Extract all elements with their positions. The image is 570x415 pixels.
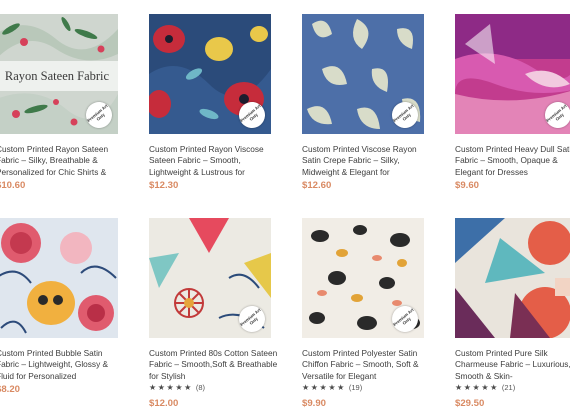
review-count: (8) bbox=[195, 383, 206, 392]
rating-stars: ★★★★★ (21) bbox=[455, 383, 515, 392]
retro-floral-fabric-image[interactable]: Premium Art Only bbox=[149, 218, 271, 338]
leopard-fabric-image[interactable]: Premium Art Only bbox=[302, 218, 424, 338]
poppy-fabric-image[interactable]: Premium Art Only bbox=[149, 14, 271, 134]
star-icons: ★★★★★ bbox=[149, 383, 193, 392]
floral-fabric-image[interactable]: Rayon Sateen Fabric Premium Art Only bbox=[0, 14, 118, 134]
damask-fabric-image[interactable]: Premium Art Only bbox=[302, 14, 424, 134]
product-price: $9.60 bbox=[455, 180, 480, 191]
product-price: $8.20 bbox=[0, 384, 21, 395]
product-price: $12.60 bbox=[302, 180, 332, 191]
fabric-name-overlay: Rayon Sateen Fabric bbox=[0, 61, 118, 91]
star-icons: ★★★★★ bbox=[455, 383, 499, 392]
product-price: $29.50 bbox=[455, 398, 485, 409]
product-price: $9.90 bbox=[302, 398, 327, 409]
product-title[interactable]: Custom Printed Heavy Dull Satin Fabric –… bbox=[455, 144, 570, 178]
product-price: $10.60 bbox=[0, 180, 26, 191]
geometric-fabric-image[interactable] bbox=[455, 218, 570, 338]
watercolor-fabric-image[interactable]: Premium Art Only bbox=[455, 14, 570, 134]
rating-stars: ★★★★★ (8) bbox=[149, 383, 205, 392]
star-icons: ★★★★★ bbox=[302, 383, 346, 392]
product-title[interactable]: Custom Printed 80s Cotton Sateen Fabric … bbox=[149, 348, 279, 382]
product-title[interactable]: Custom Printed Rayon Viscose Sateen Fabr… bbox=[149, 144, 279, 178]
product-price: $12.30 bbox=[149, 180, 179, 191]
review-count: (21) bbox=[501, 383, 516, 392]
product-price: $12.00 bbox=[149, 398, 179, 409]
product-title[interactable]: Custom Printed Polyester Satin Chiffon F… bbox=[302, 348, 432, 382]
skull-rose-fabric-image[interactable] bbox=[0, 218, 118, 338]
product-title[interactable]: Custom Printed Bubble Satin Fabric – Lig… bbox=[0, 348, 126, 382]
product-title[interactable]: Custom Printed Viscose Rayon Satin Crepe… bbox=[302, 144, 432, 178]
review-count: (19) bbox=[348, 383, 363, 392]
product-title[interactable]: Custom Printed Rayon Sateen Fabric – Sil… bbox=[0, 144, 126, 178]
rating-stars: ★★★★★ (19) bbox=[302, 383, 362, 392]
product-title[interactable]: Custom Printed Pure Silk Charmeuse Fabri… bbox=[455, 348, 570, 382]
